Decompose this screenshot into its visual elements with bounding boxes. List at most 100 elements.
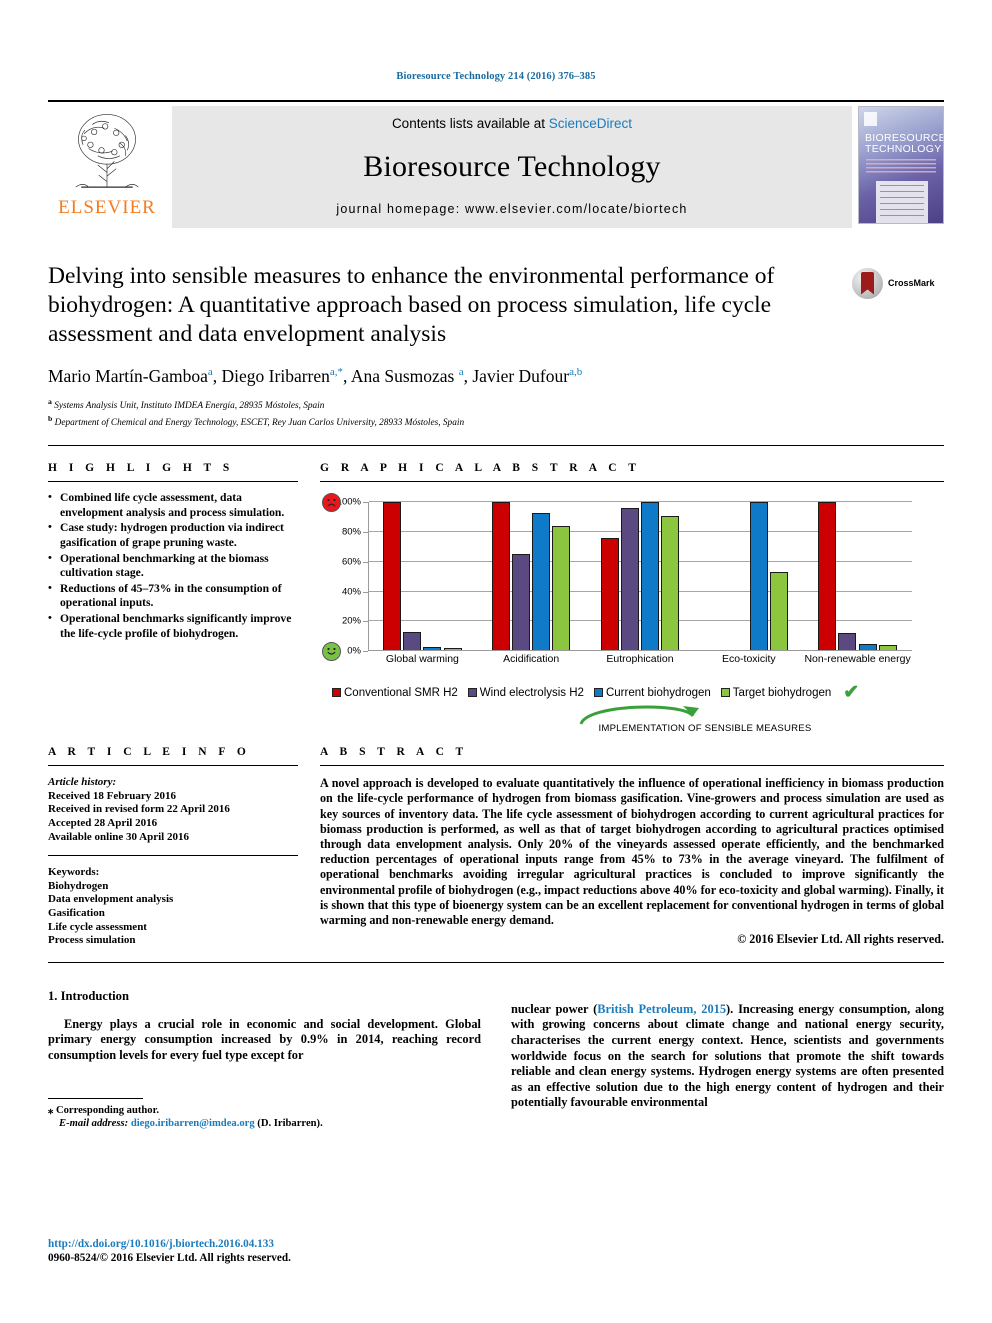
- chart-bar[interactable]: [403, 631, 422, 652]
- doi-link[interactable]: http://dx.doi.org/10.1016/j.biortech.201…: [48, 1237, 291, 1251]
- intro-paragraph-right: nuclear power (British Petroleum, 2015).…: [511, 1002, 944, 1111]
- crossmark-label: CrossMark: [888, 278, 935, 288]
- page-footer: http://dx.doi.org/10.1016/j.biortech.201…: [48, 1237, 291, 1265]
- affiliations: a Systems Analysis Unit, Instituto IMDEA…: [48, 397, 465, 428]
- body-column-right: nuclear power (British Petroleum, 2015).…: [511, 989, 944, 1131]
- chart-bar[interactable]: [770, 572, 789, 652]
- chart-y-tick-label: 0%: [347, 645, 361, 657]
- abstract-bottom-rule: [48, 961, 944, 963]
- sad-face-icon: [322, 493, 341, 513]
- chart-x-tick-label: Eutrophication: [606, 653, 674, 666]
- chart-bar[interactable]: [600, 537, 619, 652]
- chart-bar-group: [803, 502, 912, 652]
- sciencedirect-link[interactable]: ScienceDirect: [549, 116, 632, 131]
- email-link[interactable]: diego.iribarren@imdea.org: [131, 1118, 255, 1129]
- section-heading-introduction: 1. Introduction: [48, 988, 129, 1003]
- history-item: Received 18 February 2016: [48, 789, 176, 802]
- chart-y-tick-label: 60%: [341, 556, 361, 568]
- elsevier-wordmark: ELSEVIER: [58, 197, 156, 218]
- cover-figure: [876, 181, 928, 223]
- keyword-item[interactable]: Life cycle assessment: [48, 921, 298, 935]
- graphical-abstract-heading: G R A P H I C A L A B S T R A C T: [320, 462, 641, 475]
- chart-x-tick-label: Non-renewable energy: [804, 653, 911, 666]
- chart-bar[interactable]: [818, 502, 837, 652]
- chart-x-tick-label: Acidification: [503, 653, 560, 666]
- crossmark-badge[interactable]: CrossMark: [852, 266, 944, 300]
- chart-bar[interactable]: [641, 502, 660, 652]
- contents-line: Contents lists available at ScienceDirec…: [392, 116, 632, 131]
- highlights-ga-panels: H I G H L I G H T S Combined life cycle …: [0, 462, 992, 736]
- abstract-text: A novel approach is developed to evaluat…: [320, 776, 944, 928]
- journal-masthead: ELSEVIER Contents lists available at Sci…: [0, 100, 992, 228]
- body-columns: 1. Introduction Energy plays a crucial r…: [0, 989, 992, 1131]
- list-item: Case study: hydrogen production via indi…: [48, 520, 298, 550]
- chart-legend-item[interactable]: Current biohydrogen: [593, 687, 711, 699]
- keyword-item[interactable]: Gasification: [48, 907, 298, 921]
- highlights-heading: H I G H L I G H T S: [48, 462, 234, 475]
- intro-pre: nuclear power (: [511, 1001, 598, 1016]
- impact-bar-chart: 0% 20% 40% 60% 80% 100% Global warming Acidifi…: [320, 493, 920, 679]
- chart-x-tick-label: Global warming: [385, 653, 459, 666]
- journal-homepage[interactable]: journal homepage: www.elsevier.com/locat…: [336, 202, 687, 216]
- cover-title: BIORESOURCE TECHNOLOGY: [865, 132, 944, 155]
- abstract-heading: A B S T R A C T: [320, 746, 468, 759]
- chart-bar-group: [694, 502, 803, 652]
- chart-bar[interactable]: [838, 633, 857, 652]
- chart-bar[interactable]: [552, 526, 571, 652]
- footnote-rule: [48, 1097, 143, 1099]
- affil-ref[interactable]: a: [459, 366, 464, 378]
- abstract-panel: A B S T R A C T A novel approach is deve…: [320, 746, 944, 948]
- legend-color-swatch: [467, 688, 477, 698]
- affil-ref[interactable]: a,*: [330, 366, 343, 378]
- chart-x-tick-label: Eco-toxicity: [721, 653, 776, 666]
- chart-bar[interactable]: [620, 508, 639, 652]
- keyword-item[interactable]: Data envelopment analysis: [48, 893, 298, 907]
- legend-label: Conventional SMR H2: [344, 686, 458, 699]
- intro-post: ). Increasing energy consumption, along …: [511, 1001, 944, 1110]
- corresponding-author-note: ⁎ Corresponding author.: [48, 1104, 159, 1116]
- journal-title: Bioresource Technology: [363, 149, 661, 183]
- keywords-label: Keywords:: [48, 866, 100, 879]
- affil-ref[interactable]: a: [208, 366, 213, 378]
- chart-bar[interactable]: [661, 515, 680, 652]
- title-bottom-rule: [48, 445, 944, 447]
- chart-bar-group: [477, 502, 586, 652]
- chart-legend-item[interactable]: Target biohydrogen: [720, 687, 831, 699]
- chart-x-axis-labels: Global warming Acidification Eutrophicatio…: [368, 651, 912, 679]
- cover-subtext: [866, 159, 936, 175]
- chart-legend-item[interactable]: Conventional SMR H2: [332, 687, 458, 699]
- crossmark-icon: [852, 267, 883, 299]
- chart-legend-item[interactable]: Wind electrolysis H2: [467, 686, 584, 699]
- chart-bar-groups: [368, 502, 912, 652]
- legend-color-swatch: [593, 688, 603, 698]
- keyword-item[interactable]: Process simulation: [48, 934, 298, 948]
- journal-cover-thumbnail: BIORESOURCE TECHNOLOGY: [858, 106, 944, 224]
- chart-bar[interactable]: [491, 502, 510, 652]
- footnote-corresponding-author: ⁎ Corresponding author. E-mail address: …: [48, 1104, 481, 1131]
- legend-label: Wind electrolysis H2: [479, 686, 584, 699]
- list-item: Combined life cycle assessment, data env…: [48, 490, 298, 520]
- email-label: E-mail address:: [59, 1117, 129, 1129]
- affiliation-b: Department of Chemical and Energy Techno…: [54, 417, 465, 428]
- chart-y-axis: 0% 20% 40% 60% 80% 100%: [320, 493, 368, 679]
- happy-face-icon: [322, 642, 341, 662]
- highlights-list: Combined life cycle assessment, data env…: [48, 490, 298, 641]
- citation-link[interactable]: British Petroleum, 2015: [597, 1002, 726, 1016]
- affil-ref[interactable]: a,b: [569, 366, 582, 378]
- keyword-item[interactable]: Biohydrogen: [48, 880, 298, 894]
- chart-bar[interactable]: [749, 502, 768, 652]
- chart-bar[interactable]: [532, 512, 551, 652]
- history-item: Accepted 28 April 2016: [48, 816, 158, 829]
- chart-bar[interactable]: [383, 502, 402, 652]
- page-title: Delving into sensible measures to enhanc…: [48, 263, 775, 347]
- list-item: Reductions of 45–73% in the consumption …: [48, 581, 298, 611]
- abstract-copyright: © 2016 Elsevier Ltd. All rights reserved…: [737, 932, 944, 947]
- list-item: Operational benchmarks significantly imp…: [48, 611, 298, 641]
- chart-bar-group: [586, 502, 695, 652]
- implementation-caption: IMPLEMENTATION OF SENSIBLE MEASURES: [598, 723, 812, 735]
- chart-bar[interactable]: [512, 554, 531, 652]
- author-list: Mario Martín-Gamboaa, Diego Iribarrena,*…: [48, 366, 583, 386]
- chart-y-tick-label: 80%: [341, 526, 361, 538]
- issn-line: 0960-8524/© 2016 Elsevier Ltd. All right…: [48, 1252, 291, 1264]
- graphical-abstract-figure: 0% 20% 40% 60% 80% 100% Global warming Acidifi…: [320, 493, 944, 736]
